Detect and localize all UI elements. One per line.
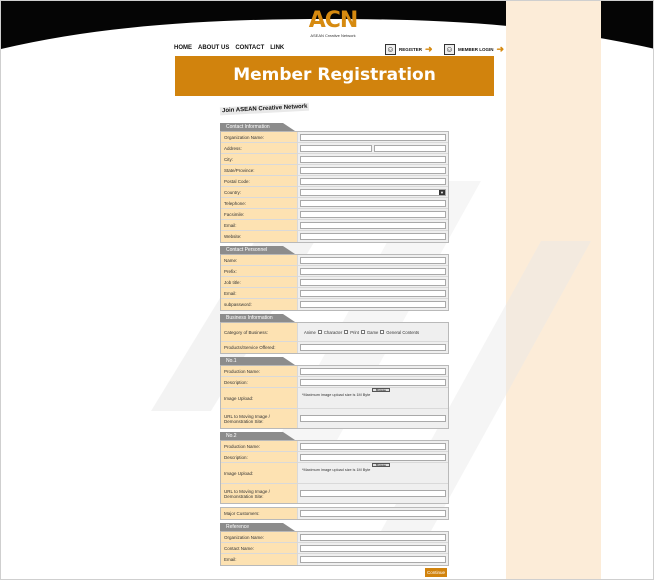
form-row: Facsimile: [221,209,448,220]
form-row: Postal Code: [221,176,448,187]
form-row: Image Upload: Browse *Maximum image uploa… [221,388,448,409]
form-row: Telephone: [221,198,448,209]
nav-about-us[interactable]: ABOUT US [198,45,229,51]
form-row: Major Customers: [221,508,448,519]
section-tab-no2: No.2 [220,432,295,440]
continue-button[interactable]: Continue [425,568,447,577]
form-row: Organization Name: [221,532,448,543]
person-icon: ☺ [444,44,455,55]
form-row: Contact Name: [221,543,448,554]
section-tab-reference: Reference [220,523,295,531]
form-row: Name: [221,255,448,266]
section-tab-contact-info: Contact Information [220,123,295,131]
section-reference: Organization Name: Contact Name: Email: [220,531,449,566]
form-row: Email: [221,288,448,299]
section-tab-contact-personnel: Contact Personnel [220,246,295,254]
section-tab-no1: No.1 [220,357,295,365]
checkbox-print[interactable] [360,330,365,334]
form-row: Production Name: [221,366,448,377]
description-input-2[interactable] [300,453,446,461]
form-row: subpassword: [221,299,448,310]
production-name-input-2[interactable] [300,442,446,450]
member-login-button[interactable]: ☺ MEMBER LOGIN ➜ [444,44,504,55]
email-input[interactable] [300,221,446,229]
products-input[interactable] [300,344,446,351]
form-row: Email: [221,220,448,231]
form-row: Image Upload: Browse *Maximum image uploa… [221,463,448,484]
checkbox-character[interactable] [344,330,349,334]
ref-contact-name-input[interactable] [300,544,446,552]
form-row: Description: [221,452,448,463]
form-row: City: [221,154,448,165]
ref-email-input[interactable] [300,556,446,563]
url-input-2[interactable] [300,490,446,497]
form-row: Website: [221,231,448,242]
person-email-input[interactable] [300,289,446,297]
subpassword-input[interactable] [300,301,446,308]
form-row: Job title: [221,277,448,288]
chevron-down-icon: ▼ [439,189,445,195]
section-no2: Production Name: Description: Image Uplo… [220,440,449,504]
person-icon: ☺ [385,44,396,55]
address-input-2[interactable] [374,144,446,152]
section-contact-info: Organization Name: Address: City: State/… [220,131,449,243]
postal-code-input[interactable] [300,177,446,185]
url-input-1[interactable] [300,415,446,422]
form-row: Production Name: [221,441,448,452]
checkbox-game[interactable] [380,330,385,334]
section-tab-business-info: Business Information [220,314,295,322]
country-select[interactable]: ▼ [300,188,446,196]
section-major-customers: Major Customers: [220,507,449,520]
organization-name-input[interactable] [300,133,446,141]
join-label: Join ASEAN Creative Network [219,102,310,116]
arrow-right-icon: ➜ [496,44,505,54]
page-frame: ACN ASEAN Creative Network HOME ABOUT US… [0,0,654,580]
form-row: URL to Moving Image / Demonstration Site… [221,409,448,428]
form-row: Organization Name: [221,132,448,143]
checkbox-anime[interactable] [317,330,322,334]
section-contact-personnel: Name: Prefix: Job title: Email: subpassw… [220,254,449,311]
nav-link[interactable]: LINK [270,45,284,51]
facsimile-input[interactable] [300,210,446,218]
register-button[interactable]: ☺ REGISTER ➜ [385,44,433,55]
address-input-1[interactable] [300,144,372,152]
ref-organization-input[interactable] [300,533,446,541]
state-input[interactable] [300,166,446,174]
form-row: Category of Business: Anime Character Pr… [221,323,448,342]
description-input-1[interactable] [300,378,446,386]
form-row: Products/Service Offered: [221,342,448,353]
nav-contact[interactable]: CONTACT [235,45,264,51]
page-title-banner: Member Registration [175,56,494,96]
section-no1: Production Name: Description: Image Uplo… [220,365,449,429]
browse-button-2[interactable]: Browse [372,463,390,467]
prefix-input[interactable] [300,267,446,275]
registration-form: Contact Information Organization Name: A… [220,121,449,569]
section-business-info: Category of Business: Anime Character Pr… [220,322,449,354]
category-checkboxes: Anime Character Print Game General Conte… [304,329,420,335]
form-row: Email: [221,554,448,565]
acn-logo[interactable]: ACN ASEAN Creative Network [303,9,363,41]
form-row: Prefix: [221,266,448,277]
city-input[interactable] [300,155,446,163]
person-name-input[interactable] [300,256,446,264]
form-row: URL to Moving Image / Demonstration Site… [221,484,448,503]
arrow-right-icon: ➜ [425,44,433,54]
form-row: State/Province: [221,165,448,176]
main-nav: HOME ABOUT US CONTACT LINK [174,45,284,51]
browse-button-1[interactable]: Browse [372,388,390,392]
website-input[interactable] [300,233,446,240]
job-title-input[interactable] [300,278,446,286]
form-row: Description: [221,377,448,388]
production-name-input-1[interactable] [300,367,446,375]
major-customers-input[interactable] [300,510,446,517]
form-row: Address: [221,143,448,154]
telephone-input[interactable] [300,199,446,207]
form-row: Country: ▼ [221,187,448,198]
nav-home[interactable]: HOME [174,45,192,51]
